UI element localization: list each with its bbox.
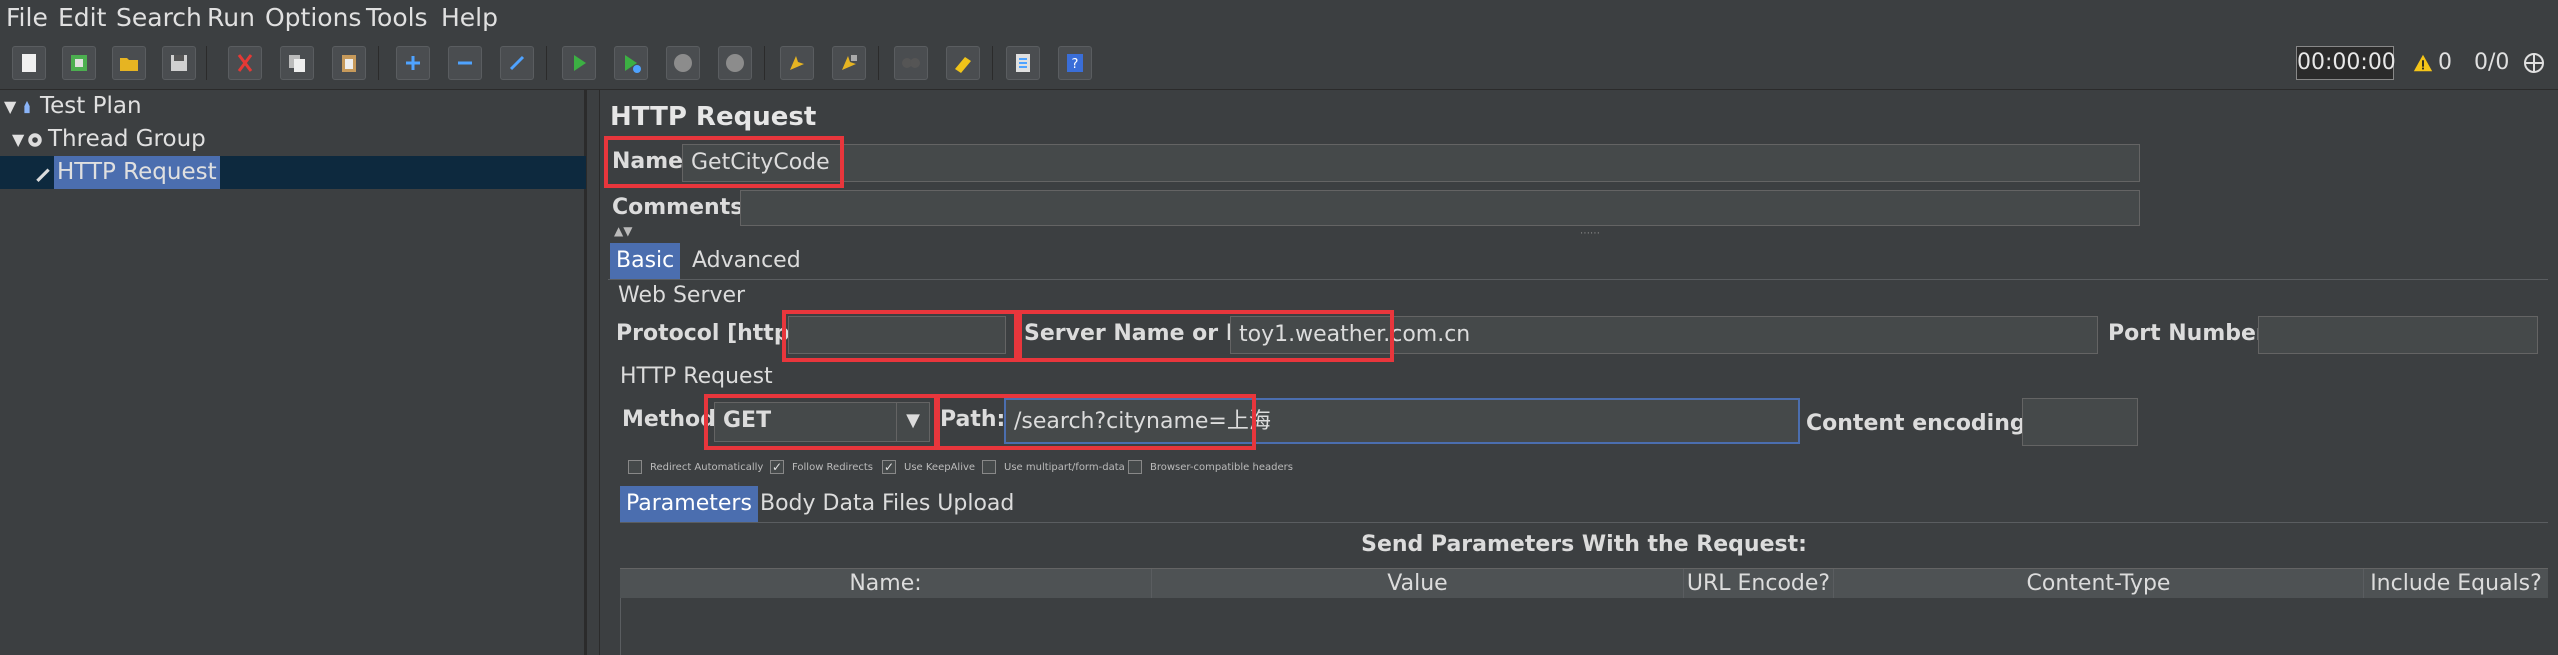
start-icon[interactable] <box>562 46 596 80</box>
highlight-path <box>934 394 1256 450</box>
web-server-title: Web Server <box>618 283 746 308</box>
svg-text:?: ? <box>1072 57 1079 72</box>
column-header-name[interactable]: Name: <box>620 569 1152 599</box>
expand-icon[interactable] <box>396 46 430 80</box>
clear-all-icon[interactable] <box>832 46 866 80</box>
highlight-name <box>604 136 844 188</box>
name-field[interactable]: GetCityCode <box>682 144 2140 182</box>
search-icon[interactable] <box>894 46 928 80</box>
tab-parameters[interactable]: Parameters <box>620 486 758 522</box>
checkbox-label: Use multipart/form-data <box>1004 462 1125 473</box>
checkbox-box <box>628 460 642 474</box>
checkbox-box <box>982 460 996 474</box>
pipette-icon <box>34 156 52 189</box>
menu-help[interactable]: Help <box>441 0 498 36</box>
split-arrows-icon[interactable]: ▲▼ <box>614 224 632 238</box>
tab-body-data[interactable]: Body Data <box>754 486 881 522</box>
params-caption: Send Parameters With the Request: <box>1361 532 1807 557</box>
shutdown-icon[interactable] <box>718 46 752 80</box>
collapse-icon[interactable] <box>448 46 482 80</box>
checkbox-label: Follow Redirects <box>792 462 873 473</box>
expand-arrow-icon[interactable]: ▼ <box>12 123 24 156</box>
use-keepalive-checkbox[interactable]: Use KeepAlive <box>882 457 976 478</box>
port-number-field[interactable] <box>2258 316 2538 354</box>
browser-compatible-headers-checkbox[interactable]: Browser-compatible headers <box>1128 458 1293 478</box>
checkbox-label: Use KeepAlive <box>904 462 976 473</box>
resize-grip-icon[interactable]: ⋯⋯ <box>1580 228 1600 239</box>
port-number-label: Port Number: <box>2108 321 2276 346</box>
tree-item-label: HTTP Request <box>54 156 220 189</box>
paste-icon[interactable] <box>332 46 366 80</box>
menu-file[interactable]: File <box>6 0 48 36</box>
menu-bar: File Edit Search Run Options Tools Help <box>0 0 2558 36</box>
stop-icon[interactable] <box>666 46 700 80</box>
highlight-server-name <box>1018 310 1394 362</box>
menu-edit[interactable]: Edit <box>58 0 106 36</box>
open-icon[interactable] <box>112 46 146 80</box>
column-header-value[interactable]: Value <box>1152 569 1684 599</box>
content-encoding-label: Content encoding: <box>1806 411 2035 436</box>
multipart-form-data-checkbox[interactable]: Use multipart/form-data <box>982 458 1125 478</box>
content-encoding-field[interactable] <box>2022 398 2138 446</box>
comments-field[interactable] <box>740 190 2140 226</box>
tree-item-http-request[interactable]: HTTP Request <box>0 156 586 189</box>
panel-title: HTTP Request <box>610 102 817 132</box>
toolbar: ? 00:00:00 0 0/0 <box>0 36 2558 90</box>
tree-item-test-plan[interactable]: ▼ Test Plan <box>0 90 586 123</box>
tree-item-label: Test Plan <box>40 93 142 119</box>
comments-label: Comments: <box>612 195 753 220</box>
new-icon[interactable] <box>12 46 46 80</box>
checkbox-box <box>882 457 896 477</box>
menu-tools[interactable]: Tools <box>366 0 428 36</box>
templates-icon[interactable] <box>62 46 96 80</box>
reset-search-icon[interactable] <box>946 46 980 80</box>
checkbox-box <box>770 457 784 477</box>
test-plan-icon <box>20 90 34 123</box>
tree-item-thread-group[interactable]: ▼ Thread Group <box>0 123 586 156</box>
http-request-panel: HTTP Request Name: GetCityCode Comments:… <box>600 90 2558 655</box>
warning-icon <box>2412 46 2434 80</box>
expand-arrow-icon[interactable]: ▼ <box>4 90 16 123</box>
highlight-method <box>704 394 940 450</box>
warning-count: 0 <box>2438 50 2452 75</box>
menu-options[interactable]: Options <box>265 0 361 36</box>
function-helper-icon[interactable] <box>1006 46 1040 80</box>
column-header-content-type[interactable]: Content-Type <box>1834 569 2364 599</box>
column-header-url-encode[interactable]: URL Encode? <box>1684 569 1834 599</box>
test-plan-tree: ▼ Test Plan ▼ Thread Group HTTP Request <box>0 90 586 655</box>
help-icon[interactable]: ? <box>1058 46 1092 80</box>
menu-search[interactable]: Search <box>116 0 202 36</box>
save-icon[interactable] <box>162 46 196 80</box>
toggle-icon[interactable] <box>500 46 534 80</box>
follow-redirects-checkbox[interactable]: Follow Redirects <box>770 457 873 478</box>
params-table-body[interactable] <box>620 598 2549 655</box>
elapsed-timer: 00:00:00 <box>2296 46 2396 80</box>
copy-icon[interactable] <box>280 46 314 80</box>
tab-basic[interactable]: Basic <box>610 243 681 279</box>
checkbox-label: Browser-compatible headers <box>1150 462 1293 473</box>
checkbox-label: Redirect Automatically <box>650 462 764 473</box>
globe-icon[interactable] <box>2522 46 2546 80</box>
tree-item-label: Thread Group <box>48 126 206 152</box>
tab-files-upload[interactable]: Files Upload <box>876 486 1020 522</box>
column-header-include-equals[interactable]: Include Equals? <box>2364 569 2548 599</box>
params-table-header: Name: Value URL Encode? Content-Type Inc… <box>620 568 2548 600</box>
split-pane-divider[interactable] <box>586 90 600 655</box>
cut-icon[interactable] <box>228 46 262 80</box>
http-request-section-title: HTTP Request <box>620 364 773 389</box>
start-no-pauses-icon[interactable] <box>614 46 648 80</box>
gear-icon <box>26 123 44 156</box>
clear-icon[interactable] <box>780 46 814 80</box>
menu-run[interactable]: Run <box>207 0 255 36</box>
thread-count: 0/0 <box>2474 50 2510 75</box>
protocol-label: Protocol [http]: <box>616 321 809 346</box>
checkbox-box <box>1128 460 1142 474</box>
redirect-automatically-checkbox[interactable]: Redirect Automatically <box>628 458 763 478</box>
tab-advanced[interactable]: Advanced <box>686 243 807 279</box>
highlight-protocol <box>782 310 1018 362</box>
